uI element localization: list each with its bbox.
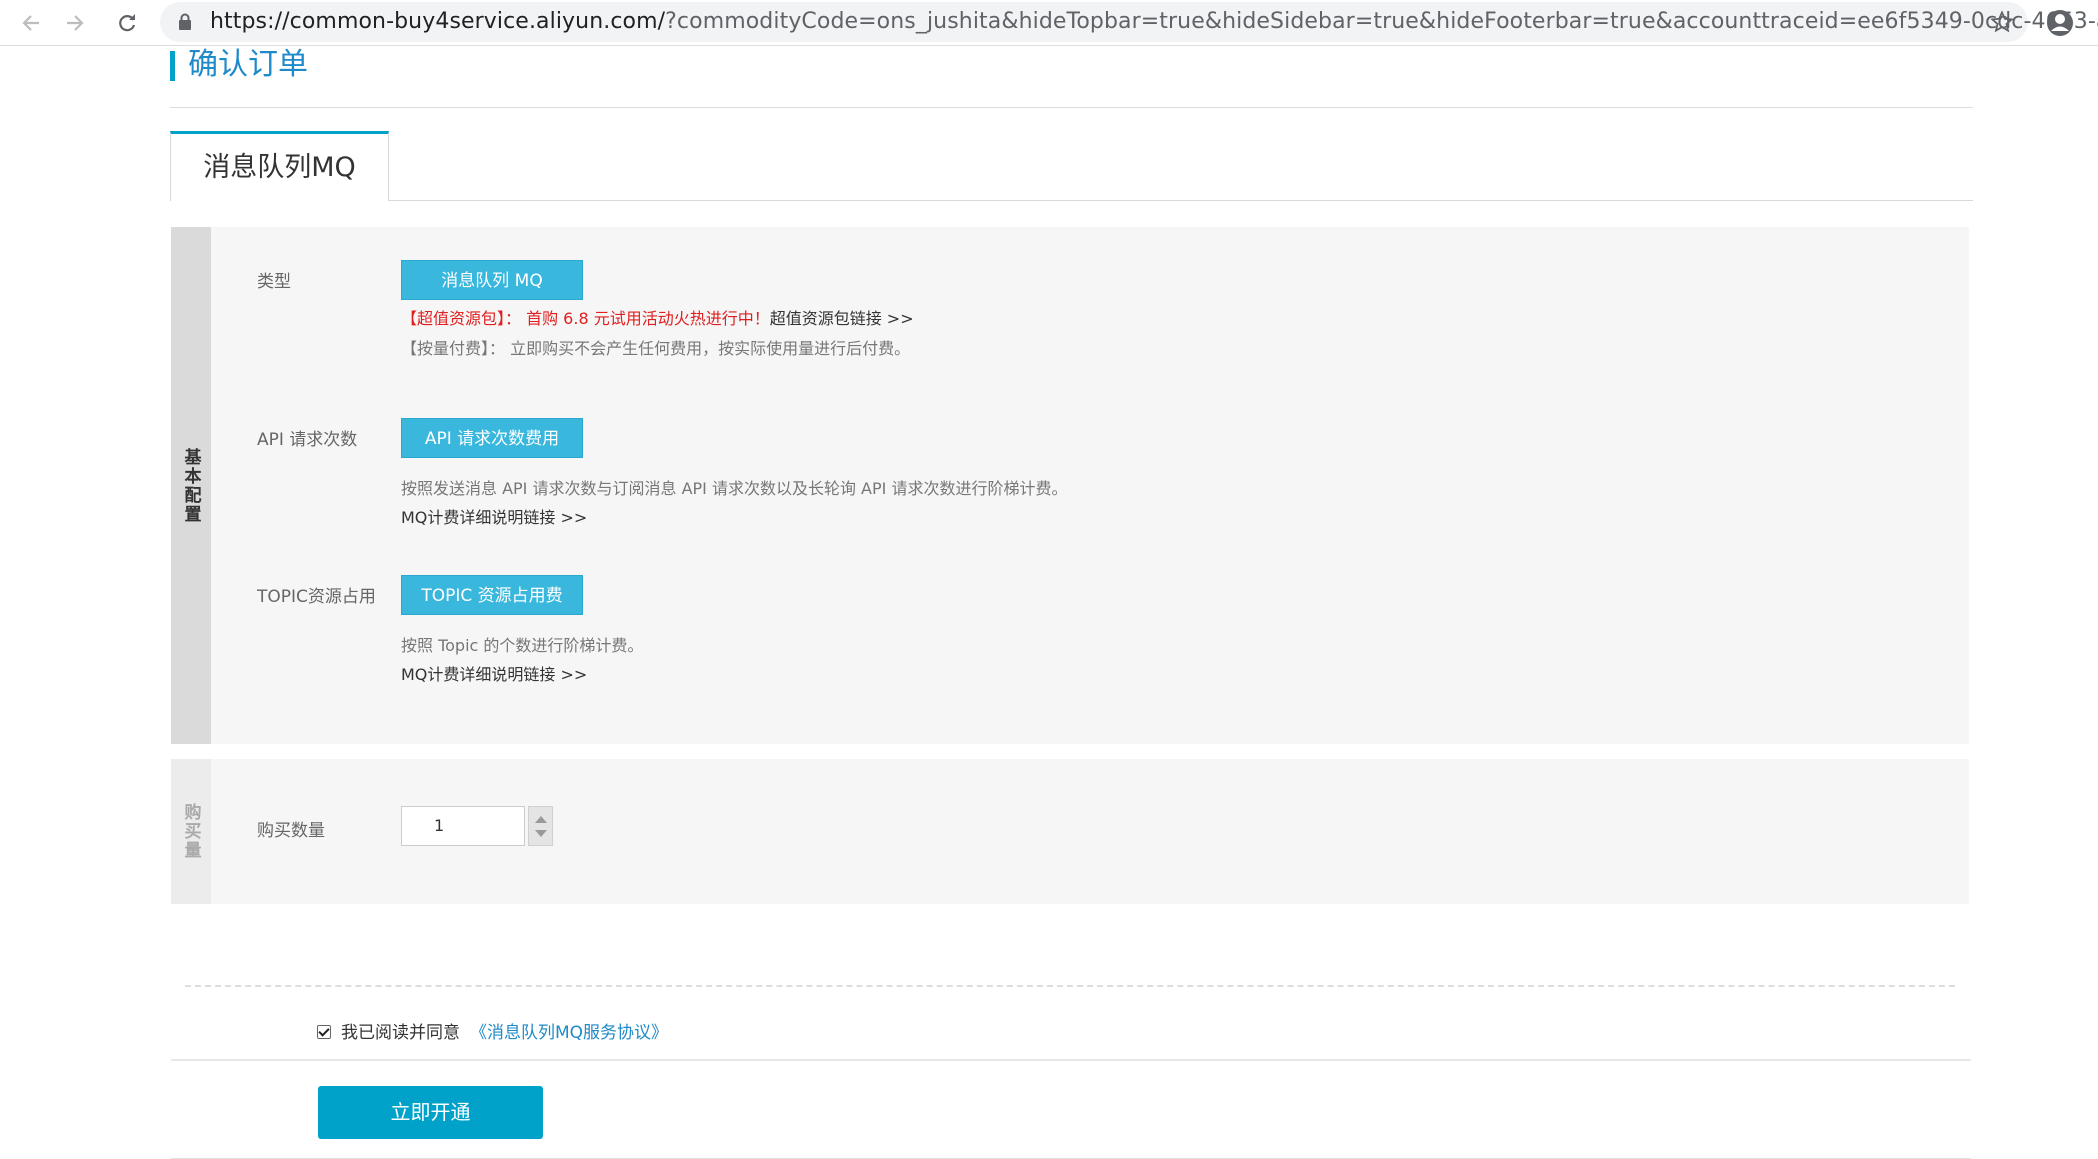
basic-config-label: 基本配置 [180, 447, 201, 524]
url-text: https://common-buy4service.aliyun.com/?c… [210, 9, 2098, 34]
promo-text: 【超值资源包】： 首购 6.8 元试用活动火热进行中！ [401, 309, 770, 328]
payg-note: 【按量付费】： 立即购买不会产生任何费用，按实际使用量进行后付费。 [401, 339, 911, 358]
quantity-section: 购买量 购买数量 1 [171, 759, 1969, 904]
basic-config-section: 基本配置 类型 消息队列 MQ 【超值资源包】： 首购 6.8 元试用活动火热进… [171, 227, 1969, 744]
promo-note: 【超值资源包】： 首购 6.8 元试用活动火热进行中！超值资源包链接 >> [401, 305, 914, 329]
bookmark-star-icon[interactable] [1990, 10, 2014, 34]
stepper-down-icon[interactable] [535, 830, 547, 837]
topic-pricing-link[interactable]: MQ计费详细说明链接 >> [401, 661, 587, 685]
api-option[interactable]: API 请求次数费用 [401, 418, 583, 458]
quantity-sidebar: 购买量 [171, 759, 211, 904]
account-avatar-icon[interactable] [2043, 6, 2077, 40]
quantity-label: 购买数量 [257, 821, 325, 841]
quantity-stepper[interactable] [528, 806, 553, 846]
order-page: 确认订单 消息队列MQ 基本配置 类型 消息队列 MQ 【超值资源包】： 首购 … [0, 47, 2098, 1159]
api-description: 按照发送消息 API 请求次数与订阅消息 API 请求次数以及长轮询 API 请… [401, 479, 1068, 498]
stepper-up-icon[interactable] [535, 816, 547, 823]
agreement-checkbox[interactable] [317, 1025, 331, 1039]
activate-button[interactable]: 立即开通 [318, 1086, 543, 1139]
lock-icon [179, 13, 191, 30]
api-pricing-link[interactable]: MQ计费详细说明链接 >> [401, 504, 587, 528]
type-label: 类型 [257, 272, 291, 292]
quantity-input[interactable]: 1 [401, 806, 525, 846]
quantity-side-label: 购买量 [180, 803, 201, 860]
product-tabs: 消息队列MQ [170, 131, 1973, 201]
footer-actions: 立即开通 [171, 1059, 1971, 1159]
api-label: API 请求次数 [257, 430, 358, 450]
address-bar[interactable]: https://common-buy4service.aliyun.com/?c… [160, 2, 2098, 42]
promo-link[interactable]: 超值资源包链接 >> [770, 309, 914, 328]
tab-baseline [170, 200, 1973, 201]
browser-toolbar: https://common-buy4service.aliyun.com/?c… [0, 0, 2098, 46]
page-title: 确认订单 [188, 47, 308, 82]
title-divider [170, 107, 1973, 108]
topic-description: 按照 Topic 的个数进行阶梯计费。 [401, 636, 644, 655]
tab-mq[interactable]: 消息队列MQ [170, 131, 389, 201]
title-accent-bar [170, 51, 175, 81]
reload-icon[interactable] [110, 6, 144, 40]
forward-icon[interactable] [58, 6, 92, 40]
agreement-link[interactable]: 《消息队列MQ服务协议》 [470, 1023, 668, 1043]
agreement-row: 我已阅读并同意 《消息队列MQ服务协议》 [317, 1018, 668, 1043]
dashed-divider [185, 985, 1955, 987]
type-option-mq[interactable]: 消息队列 MQ [401, 260, 583, 300]
agreement-text: 我已阅读并同意 [341, 1023, 460, 1043]
topic-label: TOPIC资源占用 [257, 587, 376, 607]
back-icon[interactable] [14, 6, 48, 40]
topic-option[interactable]: TOPIC 资源占用费 [401, 575, 583, 615]
basic-config-sidebar: 基本配置 [171, 227, 211, 744]
